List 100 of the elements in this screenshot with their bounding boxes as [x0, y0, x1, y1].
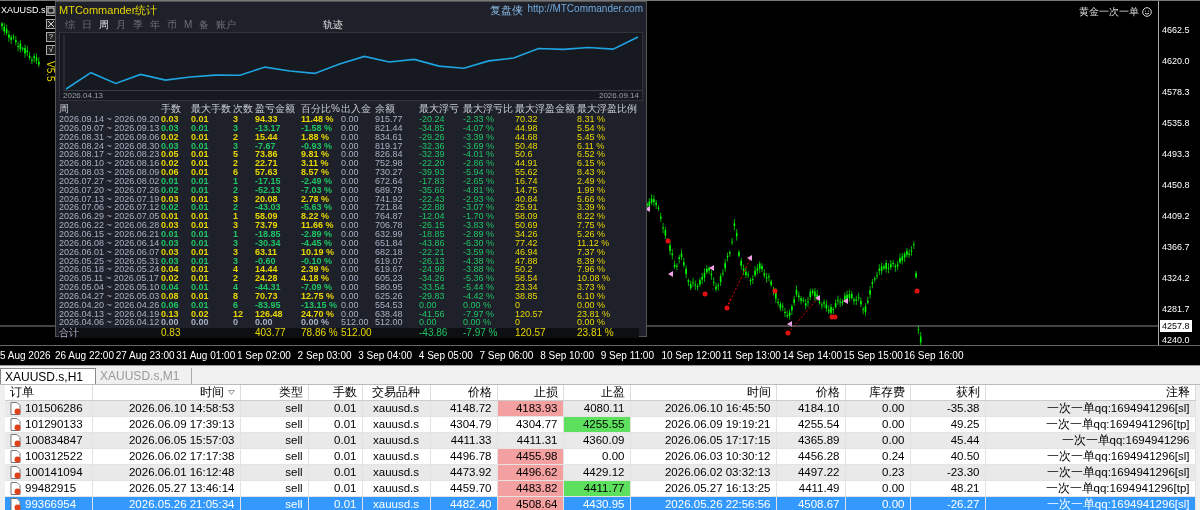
chart-symbol: XAUUSD.s: [1, 5, 46, 15]
order-number: 101506286: [25, 401, 83, 416]
table-cell: 4304.79: [430, 416, 497, 433]
table-cell-text: -6.30 %: [463, 238, 496, 248]
website-link[interactable]: http://MTCommander.com: [527, 2, 643, 18]
table-cell-text: 0.01: [191, 300, 210, 310]
table-cell-text: 11.48 %: [301, 115, 335, 124]
order-number: 101290133: [25, 417, 83, 432]
table-cell-text: 0.00 %: [463, 318, 493, 328]
table-cell-text: -2.93 %: [463, 194, 496, 204]
table-row[interactable]: 100141094 2026.06.01 16:12:48 sell 0.01 xauusd.s 4473.92 4496.62 4429.12 2026.06.02 03:32:13 4497.22 0.23 -23.30 一次一单qq:1694941296[sl]: [5, 464, 1195, 481]
column-header[interactable]: 时间: [630, 385, 776, 401]
table-cell-text: 0.04: [161, 265, 180, 275]
table-cell-text: 50.69: [515, 221, 539, 230]
column-header[interactable]: 库存费: [845, 385, 910, 401]
table-cell-text: 7.96 %: [577, 265, 607, 275]
table-row[interactable]: 100312522 2026.06.02 17:17:38 sell 0.01 xauusd.s 4496.78 4455.98 0.00 2026.06.03 10:30:12 4456.28 0.24 40.50 一次一单qq:1694941296[sl]: [5, 448, 1195, 465]
column-header: 最大浮亏: [419, 102, 460, 115]
table-row[interactable]: 100834847 2026.06.05 15:57:03 sell 0.01 xauusd.s 4411.33 4411.31 4360.09 2026.06.05 17:17:15 4365.89 0.00 45.44 一次一单qq:1694941296: [5, 432, 1195, 449]
table-cell-text: 0.01: [161, 176, 180, 186]
table-cell-text: 682.18: [375, 247, 404, 257]
table-cell-text: 0.01: [191, 115, 210, 124]
table-cell-text: 0.06: [161, 300, 180, 310]
table-cell-text: -2.86 %: [463, 159, 496, 169]
table-cell-text: 0.00: [341, 247, 360, 257]
table-cell: 0.24: [845, 448, 910, 465]
table-cell-text: 0.01: [161, 212, 180, 222]
table-cell-text: 20.08: [255, 194, 279, 204]
column-header[interactable]: 价格: [430, 385, 497, 401]
table-cell-text: 50.2: [515, 265, 534, 275]
table-cell-text: 16.74: [515, 176, 539, 186]
column-header[interactable]: 止盈: [563, 385, 630, 401]
table-cell-text: 73.79: [255, 221, 279, 230]
table-cell-text: 44.68: [515, 132, 539, 142]
table-cell-text: 689.79: [375, 185, 404, 195]
table-cell-text: 46.94: [515, 247, 539, 257]
table-cell-text: -0.10 %: [301, 256, 334, 266]
expert-name: 黄金一次一单: [1079, 5, 1139, 19]
column-header[interactable]: 交易品种: [362, 385, 430, 401]
table-cell-text: -3.69 %: [463, 141, 496, 151]
week-range: 2026.04.20 ~ 2026.04.26: [59, 300, 161, 310]
total-cell-text: 23.81 %: [577, 328, 615, 339]
table-cell-text: 10.08 %: [577, 274, 612, 284]
table-cell-text: 3: [233, 141, 239, 151]
table-row[interactable]: 99482915 2026.05.27 13:46:14 sell 0.01 xauusd.s 4459.70 4483.82 4411.77 2026.05.27 16:13:25 4411.49 0.00 48.21 一次一单qq:1694941296[tp]: [5, 480, 1195, 497]
period-tab[interactable]: 周: [99, 19, 109, 30]
table-cell-text: -29.26: [419, 132, 446, 142]
total-cell-text: 78.86 %: [301, 328, 339, 339]
column-header[interactable]: 价格: [776, 385, 845, 401]
table-cell-text: -26.15: [419, 221, 446, 230]
table-cell-text: 821.44: [375, 123, 404, 133]
table-cell-text: -22.20: [419, 159, 446, 169]
table-cell-text: -22.88: [419, 203, 446, 213]
table-cell-text: 2: [233, 159, 239, 169]
time-label: 11 Sep 13:00: [722, 350, 782, 361]
table-cell-text: 44.98: [515, 123, 539, 133]
column-header[interactable]: 时间: [92, 385, 240, 401]
week-range: 2026.04.06 ~ 2026.04.12: [59, 318, 161, 328]
table-cell-text: 2.49 %: [577, 176, 607, 186]
table-cell-text: 3: [233, 194, 239, 204]
column-header[interactable]: 止损: [497, 385, 563, 401]
price-label: 4409.2: [1161, 210, 1191, 223]
week-range: 2026.07.20 ~ 2026.07.26: [59, 185, 161, 195]
table-cell-text: 0.01: [191, 194, 210, 204]
table-row[interactable]: 101290133 2026.06.09 17:39:13 sell 0.01 xauusd.s 4304.79 4304.77 4255.55 2026.06.09 19:19:21 4255.54 0.00 49.25 一次一单qq:1694941296[tp]: [5, 416, 1195, 433]
table-cell-text: 12.75 %: [301, 291, 336, 301]
table-cell-text: 5.45 %: [577, 132, 607, 142]
table-cell-text: 94.33: [255, 115, 279, 124]
table-cell-text: 0.00: [341, 256, 360, 266]
document-icon: [10, 418, 21, 431]
table-cell-text: 0.00: [341, 238, 360, 248]
table-cell-text: -13.15 %: [301, 300, 339, 310]
time-label: 3 Sep 04:00: [358, 350, 414, 361]
table-cell: sell: [240, 416, 308, 433]
table-cell-text: 2: [233, 203, 239, 213]
table-cell-text: 1: [233, 176, 239, 186]
table-cell-text: 752.98: [375, 159, 404, 169]
trace-tab[interactable]: 轨迹: [323, 17, 344, 32]
column-header[interactable]: 类型: [240, 385, 308, 401]
table-cell: 40.50: [910, 448, 985, 465]
table-cell-text: -39.93: [419, 168, 446, 177]
table-cell-text: -2.65 %: [463, 176, 496, 186]
table-cell: 0.01: [308, 480, 362, 497]
table-cell-text: 38.85: [515, 291, 539, 301]
table-cell-text: 25.91: [515, 203, 539, 213]
column-header[interactable]: 手数: [308, 385, 362, 401]
table-row[interactable]: 99366954 2026.05.26 21:05:34 sell 0.01 xauusd.s 4482.40 4508.64 4430.95 2026.05.26 22:56:56 4508.67 0.00 -26.27 一次一单qq:1694941296[sl]: [5, 496, 1195, 510]
column-header[interactable]: 注释: [985, 385, 1195, 401]
time-label: 1 Sep 02:00: [236, 350, 292, 361]
table-cell: 0.00: [563, 448, 630, 465]
column-header[interactable]: 获利: [910, 385, 985, 401]
chart-tab[interactable]: XAUUSD.s,H1: [0, 368, 97, 384]
table-cell-text: 0.00: [419, 300, 438, 310]
week-range: 2026.08.24 ~ 2026.08.30: [59, 141, 161, 151]
table-cell-text: 4.18 %: [301, 274, 331, 284]
table-cell-text: -35.66: [419, 185, 446, 195]
start-date: 2026.04.13: [63, 91, 104, 100]
table-cell-text: -32.36: [419, 141, 446, 151]
table-row[interactable]: 101506286 2026.06.10 14:58:53 sell 0.01 xauusd.s 4148.72 4183.93 4080.11 2026.06.10 16:45:50 4184.10 0.00 -35.38 一次一单qq:1694941296[sl]: [5, 400, 1195, 417]
table-cell-text: -4.81 %: [463, 185, 496, 195]
